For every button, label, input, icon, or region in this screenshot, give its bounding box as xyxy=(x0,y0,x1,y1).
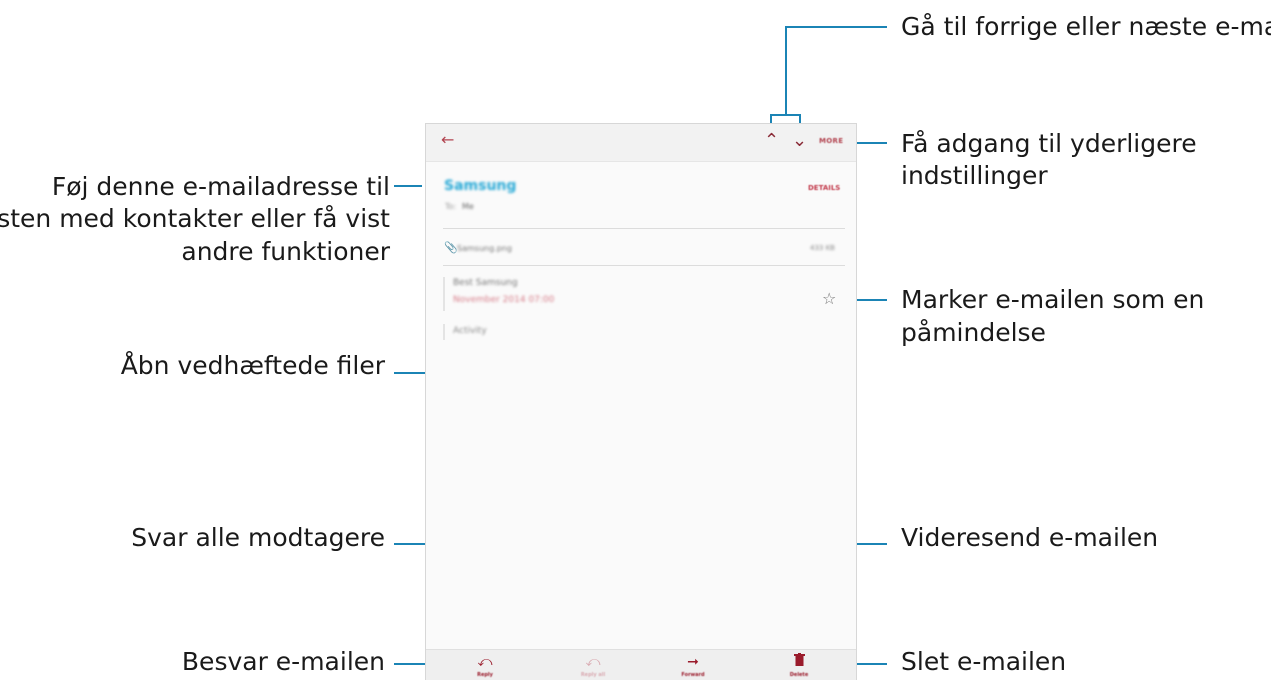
star-outline-icon[interactable]: ☆ xyxy=(822,289,836,308)
attachment-name[interactable]: Samsung.png xyxy=(457,244,512,253)
chevron-up-icon[interactable]: ⌃ xyxy=(764,130,779,151)
callout-more-2: indstillinger xyxy=(901,161,1048,190)
leader-nav-bracket xyxy=(770,114,801,116)
reply-icon: ⤺ xyxy=(477,654,493,670)
reply-all-button[interactable]: ⤺ Reply all xyxy=(563,650,623,678)
more-button[interactable]: MORE xyxy=(819,137,843,145)
forward-label: Forward xyxy=(681,672,705,678)
email-toolbar: ← ⌃ ⌄ MORE xyxy=(426,124,856,162)
reply-button[interactable]: ⤺ Reply xyxy=(455,650,515,678)
delete-label: Delete xyxy=(789,672,809,678)
callout-nav: Gå til forrige eller næste e-mail xyxy=(901,12,1271,41)
body-line-2: November 2014 07:00 xyxy=(453,295,555,305)
email-screen: ← ⌃ ⌄ MORE Samsung To: Me DETAILS 📎 Sams… xyxy=(425,123,857,680)
callout-attachment: Åbn vedhæftede filer xyxy=(120,351,385,380)
reply-label: Reply xyxy=(477,672,493,678)
body-line-1: Best Samsung xyxy=(453,278,518,288)
divider-header xyxy=(443,228,845,229)
callout-star-2: påmindelse xyxy=(901,318,1046,347)
reply-all-icon: ⤺ xyxy=(585,654,601,670)
chevron-down-icon[interactable]: ⌄ xyxy=(792,130,807,151)
leader-nav-h xyxy=(785,26,887,28)
reply-all-label: Reply all xyxy=(580,672,606,678)
quote-bar-2 xyxy=(443,324,445,340)
callout-star-1: Marker e-mailen som en xyxy=(901,285,1205,314)
details-button[interactable]: DETAILS xyxy=(808,184,840,192)
quote-bar-1 xyxy=(443,277,445,311)
callout-contact-1: Føj denne e-mailadresse til xyxy=(51,172,390,201)
delete-button[interactable]: Delete xyxy=(769,650,829,678)
callout-contact-3: andre funktioner xyxy=(181,237,390,266)
body-line-3: Activity xyxy=(453,326,487,336)
recipient: Me xyxy=(462,202,474,211)
leader-contact xyxy=(394,185,422,187)
callout-reply-all: Svar alle modtagere xyxy=(131,523,385,552)
callout-delete: Slet e-mailen xyxy=(901,647,1067,676)
callout-reply: Besvar e-mailen xyxy=(181,647,385,676)
leader-nav-v xyxy=(785,26,787,115)
callout-forward: Videresend e-mailen xyxy=(901,523,1159,552)
callout-more-1: Få adgang til yderligere xyxy=(901,129,1197,158)
recipient-label: To: xyxy=(445,202,457,211)
trash-icon xyxy=(769,653,829,671)
divider-attachment xyxy=(443,265,845,266)
forward-button[interactable]: ➞ Forward xyxy=(663,650,723,678)
sender-name[interactable]: Samsung xyxy=(444,178,516,194)
paperclip-icon[interactable]: 📎 xyxy=(444,241,458,254)
bottom-action-bar: ⤺ Reply ⤺ Reply all ➞ Forward Delete xyxy=(426,649,856,680)
attachment-size: 433 KB xyxy=(810,244,835,252)
back-arrow-icon[interactable]: ← xyxy=(441,130,454,149)
forward-icon: ➞ xyxy=(687,654,699,670)
callout-contact-2: listen med kontakter eller få vist xyxy=(0,204,390,233)
